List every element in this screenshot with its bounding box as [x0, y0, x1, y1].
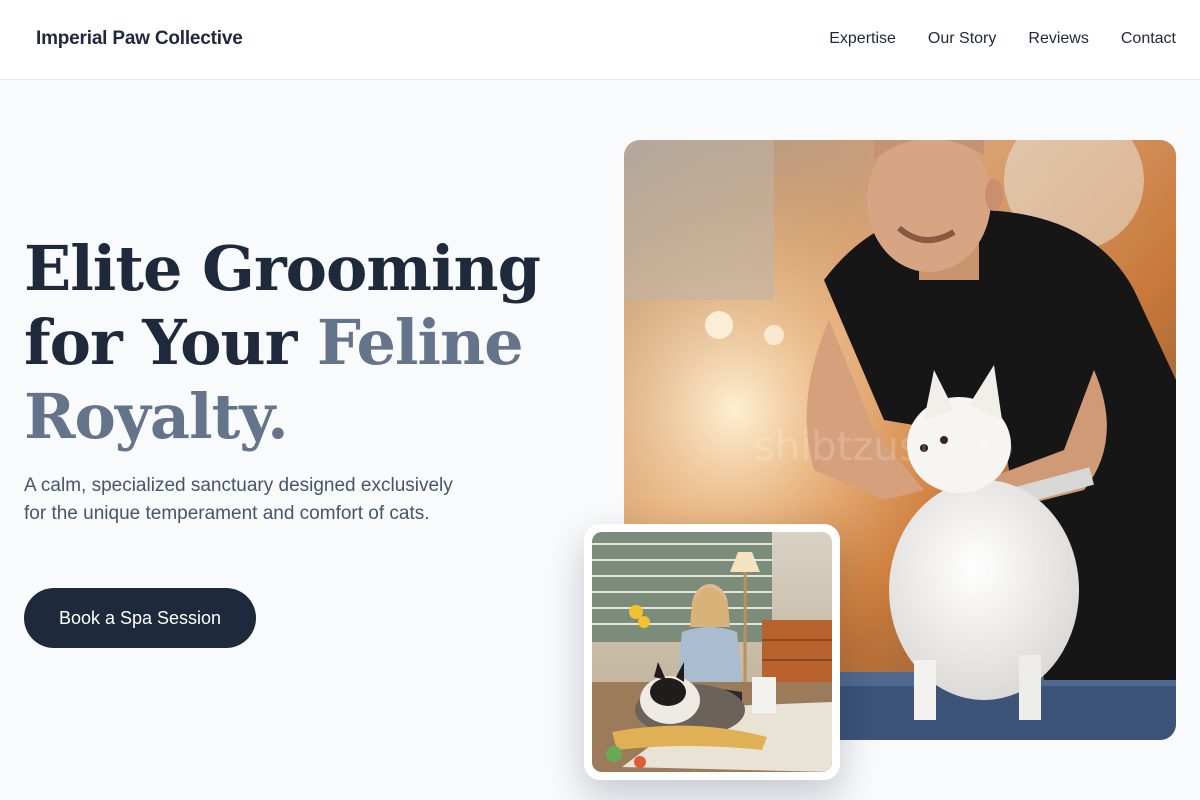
brand-logo[interactable]: Imperial Paw Collective [36, 28, 243, 50]
book-session-button[interactable]: Book a Spa Session [24, 588, 256, 648]
nav-link-contact[interactable]: Contact [1121, 30, 1176, 48]
hero-title: Elite Grooming for Your Feline Royalty. [24, 232, 541, 454]
hero-title-line1: Elite Grooming [24, 232, 541, 305]
secondary-image-card [584, 524, 840, 780]
nav-link-reviews[interactable]: Reviews [1028, 30, 1088, 48]
hero-title-accent: Feline [316, 306, 524, 379]
secondary-image [592, 532, 832, 772]
nav-link-expertise[interactable]: Expertise [829, 30, 896, 48]
woman-with-dog-illustration [592, 532, 832, 772]
hero-subtitle: A calm, specialized sanctuary designed e… [24, 475, 453, 524]
svg-text:shibtzusokyo: shibtzusokyo [754, 424, 1014, 470]
navbar: Imperial Paw Collective Expertise Our St… [0, 0, 1200, 80]
hero-title-line3: Royalty. [24, 380, 289, 453]
nav-link-our-story[interactable]: Our Story [928, 30, 996, 48]
hero-title-line2: for Your [24, 306, 317, 379]
nav-links: Expertise Our Story Reviews Contact [829, 30, 1176, 48]
